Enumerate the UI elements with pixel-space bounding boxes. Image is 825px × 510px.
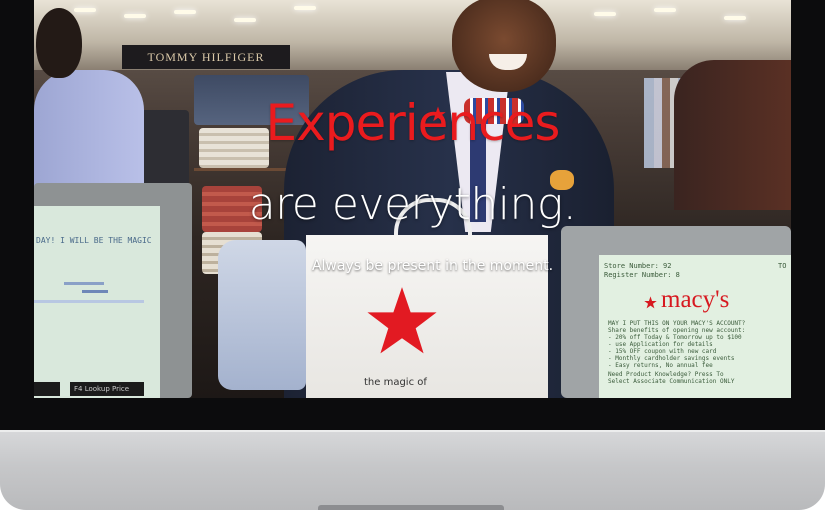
left-register-field xyxy=(34,300,144,303)
left-register-field xyxy=(64,282,104,285)
left-register-field xyxy=(82,290,108,293)
ceiling-light xyxy=(594,12,616,16)
bag-caption: the magic of xyxy=(364,377,427,388)
ceiling-light xyxy=(74,8,96,12)
ceiling-light xyxy=(294,6,316,10)
left-register-banner: DAY! I WILL BE THE MAGIC xyxy=(36,236,152,245)
store-sign: TOMMY HILFIGER xyxy=(122,45,290,69)
subheadline: are everything. xyxy=(248,179,577,230)
headline: Experiences xyxy=(265,94,561,152)
tagline: Always be present in the moment. xyxy=(311,258,554,274)
ceiling-light xyxy=(174,10,196,14)
monitor-frame: TOMMY HILFIGER the magic of DAY! I WILL … xyxy=(0,0,825,510)
ceiling-light xyxy=(124,14,146,18)
monitor-chin xyxy=(0,430,825,510)
macys-logo: macy's xyxy=(661,286,730,313)
associate-left-head xyxy=(36,8,82,78)
register-prompt-line: - Easy returns, No annual fee xyxy=(608,362,713,369)
left-register-key xyxy=(34,382,60,396)
ceiling-light xyxy=(234,18,256,22)
headline-star-icon xyxy=(430,106,446,122)
associate-face xyxy=(452,0,556,92)
star-icon xyxy=(367,287,437,354)
left-register-key: F4 Lookup Price xyxy=(70,382,144,396)
macys-star-icon xyxy=(644,296,657,309)
register-prompt-line: Select Associate Communication ONLY xyxy=(608,378,735,385)
ceiling-light xyxy=(654,8,676,12)
shelf xyxy=(194,168,294,171)
monitor-stand xyxy=(318,505,504,510)
ceiling-light xyxy=(724,16,746,20)
